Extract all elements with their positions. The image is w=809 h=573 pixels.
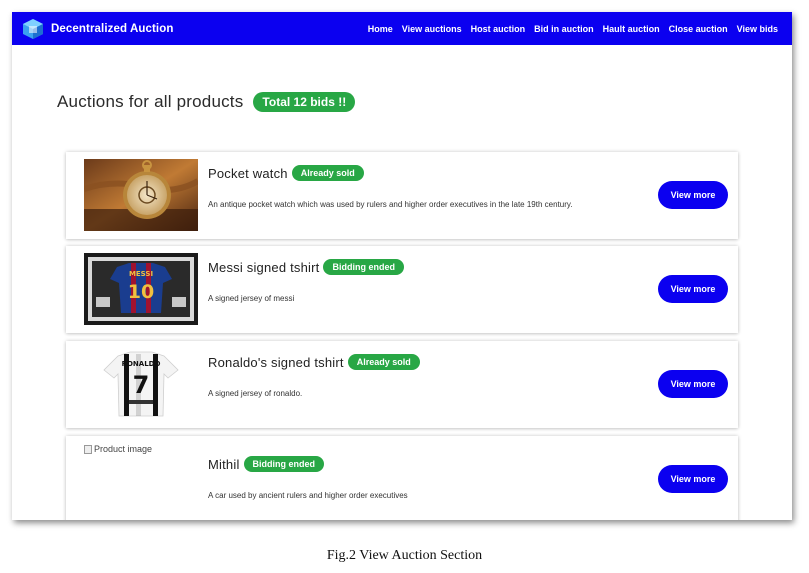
title-row: Mithil Bidding ended <box>208 456 325 472</box>
nav-link-home[interactable]: Home <box>368 24 393 34</box>
nav-link-host-auction[interactable]: Host auction <box>471 24 526 34</box>
jersey-name-text: MESSI <box>129 270 153 278</box>
product-description: A signed jersey of messi <box>208 294 295 303</box>
jersey-number-text: 10 <box>128 281 154 303</box>
view-more-button[interactable]: View more <box>658 181 728 209</box>
jersey-number-text: 7 <box>133 371 150 399</box>
broken-image-icon <box>84 444 92 454</box>
title-row: Messi signed tshirt Bidding ended <box>208 259 404 275</box>
total-bids-badge: Total 12 bids !! <box>253 92 356 112</box>
jersey-name-text: RONALDO <box>122 360 161 368</box>
status-badge: Already sold <box>291 165 364 181</box>
product-title: Ronaldo's signed tshirt <box>208 354 344 370</box>
brand-name: Decentralized Auction <box>51 22 174 35</box>
product-card-ronaldo-tshirt: RONALDO 7 Ronaldo's signed tshirt Alread… <box>66 341 738 428</box>
product-image: MESSI 10 <box>84 253 198 325</box>
nav-links: Home View auctions Host auction Bid in a… <box>359 24 778 34</box>
view-more-button[interactable]: View more <box>658 465 728 493</box>
product-title: Messi signed tshirt <box>208 259 320 275</box>
navbar: Decentralized Auction Home View auctions… <box>12 12 792 45</box>
nav-link-bid-in-auction[interactable]: Bid in auction <box>534 24 594 34</box>
title-row: Pocket watch Already sold <box>208 165 364 181</box>
brand[interactable]: Decentralized Auction <box>21 18 173 40</box>
image-alt-text: Product image <box>94 444 153 454</box>
view-more-button[interactable]: View more <box>658 370 728 398</box>
nav-link-hault-auction[interactable]: Hault auction <box>603 24 660 34</box>
product-image <box>84 159 198 231</box>
product-description: An antique pocket watch which was used b… <box>208 200 573 209</box>
status-badge: Bidding ended <box>243 456 325 472</box>
figure-caption: Fig.2 View Auction Section <box>326 548 483 563</box>
nav-link-close-auction[interactable]: Close auction <box>669 24 728 34</box>
product-title: Mithil <box>208 456 240 472</box>
view-more-button[interactable]: View more <box>658 275 728 303</box>
product-description: A signed jersey of ronaldo. <box>208 389 303 398</box>
product-card-messi-tshirt: MESSI 10 Messi signed tshirt Bidding end… <box>66 246 738 333</box>
status-badge: Already sold <box>347 354 420 370</box>
nav-link-view-bids[interactable]: View bids <box>737 24 778 34</box>
product-card-mithil: Product image Mithil Bidding ended A car… <box>66 436 738 520</box>
product-description: A car used by ancient rulers and higher … <box>208 491 408 500</box>
product-card-pocket-watch: Pocket watch Already sold An antique poc… <box>66 152 738 239</box>
logo-icon <box>23 18 43 39</box>
nav-link-view-auctions[interactable]: View auctions <box>402 24 462 34</box>
broken-image: Product image <box>84 444 152 454</box>
app-window: Decentralized Auction Home View auctions… <box>12 12 792 520</box>
product-image: RONALDO 7 <box>84 348 198 420</box>
title-row: Ronaldo's signed tshirt Already sold <box>208 354 420 370</box>
status-badge: Bidding ended <box>323 259 404 275</box>
page-title: Auctions for all products <box>57 92 244 111</box>
product-title: Pocket watch <box>208 165 288 181</box>
heading-row: Auctions for all products Total 12 bids … <box>57 92 356 112</box>
